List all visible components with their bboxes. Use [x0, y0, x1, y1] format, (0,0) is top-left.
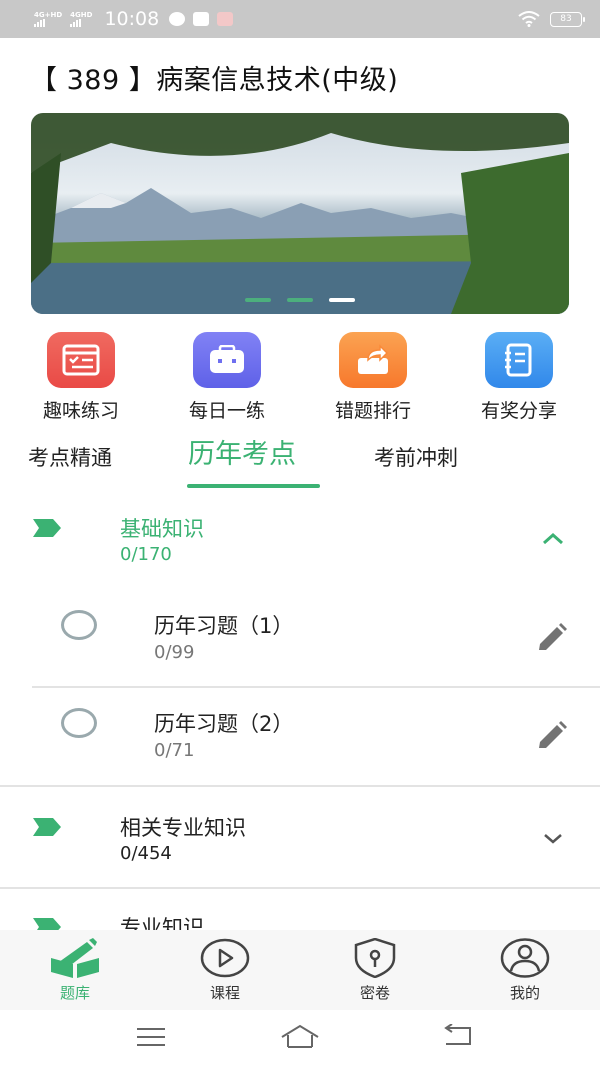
quick-menu-label: 每日一练 [188, 400, 265, 422]
quick-menu-item-fun-practice[interactable]: 趣味练习 [11, 332, 151, 424]
chapter-professional-knowledge[interactable]: 专业知识 [0, 900, 600, 930]
nav-question-bank[interactable]: 题库 [0, 930, 150, 1010]
tab-past-exams[interactable]: 历年考点 [188, 432, 296, 471]
app-notification-icon [217, 12, 234, 26]
list-item[interactable]: 历年习题（1） 0/99 [0, 592, 600, 686]
bottom-navigation: 题库 课程 密卷 我的 [0, 930, 600, 1010]
chapter-basic-knowledge[interactable]: 基础知识 0/170 [0, 500, 600, 586]
banner-carousel[interactable] [31, 113, 569, 314]
nav-label: 我的 [509, 984, 540, 1002]
system-navigation-bar [0, 1010, 600, 1067]
chevron-up-icon[interactable] [540, 531, 566, 547]
quick-menu-item-daily-practice[interactable]: 每日一练 [157, 332, 297, 424]
daily-briefcase-icon [193, 332, 261, 388]
divider [0, 785, 600, 787]
divider [32, 686, 600, 688]
carousel-dot[interactable] [245, 298, 271, 302]
carousel-dot-active[interactable] [329, 298, 355, 302]
exercise-title: 历年习题（1） [154, 614, 294, 638]
carousel-dot[interactable] [287, 298, 313, 302]
chapter-flag-icon [33, 918, 61, 930]
nav-label: 课程 [209, 984, 240, 1002]
active-tab-indicator [187, 484, 320, 488]
nav-profile[interactable]: 我的 [450, 930, 600, 1010]
pencil-icon[interactable] [536, 623, 568, 653]
quick-menu-item-error-ranking[interactable]: 错题排行 [303, 332, 443, 424]
quick-menu: 趣味练习 每日一练 错题排行 有奖分享 [0, 332, 600, 424]
network-label-2: 4GHD [70, 11, 93, 19]
quick-menu-item-reward-share[interactable]: 有奖分享 [449, 332, 589, 424]
chevron-down-icon[interactable] [540, 830, 566, 846]
chapter-title: 专业知识 [120, 916, 204, 930]
telegram-notification-icon [169, 12, 186, 26]
network-indicator-2: 4GHD [70, 11, 92, 27]
progress-circle-icon [61, 708, 97, 738]
carousel-indicator [245, 298, 355, 302]
wifi-icon [518, 11, 540, 27]
chapter-count: 0/170 [120, 544, 172, 565]
network-indicator-1: 4G+HD [34, 11, 62, 27]
page-title: 【 389 】病案信息技术(中级) [30, 65, 399, 96]
menu-icon[interactable] [136, 1026, 166, 1048]
home-icon[interactable] [280, 1024, 320, 1050]
chapter-flag-icon [33, 818, 61, 836]
nav-courses[interactable]: 课程 [150, 930, 300, 1010]
back-icon[interactable] [442, 1024, 474, 1048]
chapter-title: 相关专业知识 [120, 816, 246, 840]
chapter-count: 0/454 [120, 843, 172, 864]
progress-circle-icon [61, 610, 97, 640]
quick-menu-label: 错题排行 [334, 400, 411, 422]
pencil-icon[interactable] [536, 721, 568, 751]
play-circle-icon [200, 938, 250, 978]
tab-final-sprint[interactable]: 考前冲刺 [374, 442, 458, 472]
mail-notification-icon [193, 12, 210, 26]
signal-bars-icon [70, 19, 82, 27]
chapter-related-knowledge[interactable]: 相关专业知识 0/454 [0, 798, 600, 886]
status-bar: 4G+HD 4GHD 10:08 83 [0, 0, 600, 38]
exercise-count: 0/99 [154, 642, 195, 663]
status-time: 10:08 [104, 8, 160, 30]
chapter-flag-icon [33, 519, 61, 537]
network-label-1: 4G+HD [34, 11, 63, 19]
ranking-share-icon [339, 332, 407, 388]
tab-key-points[interactable]: 考点精通 [28, 442, 112, 472]
quiz-window-icon [47, 332, 115, 388]
battery-level: 83 [560, 13, 572, 24]
nav-label: 题库 [59, 984, 90, 1002]
exercise-title: 历年习题（2） [154, 712, 294, 736]
question-bank-icon [51, 938, 99, 978]
landscape-image [31, 113, 569, 314]
signal-bars-icon [34, 19, 45, 27]
nav-secret-papers[interactable]: 密卷 [300, 930, 450, 1010]
nav-label: 密卷 [359, 984, 390, 1002]
exercise-count: 0/71 [154, 740, 195, 761]
quick-menu-label: 有奖分享 [480, 400, 557, 422]
user-icon [500, 938, 550, 978]
shield-lock-icon [354, 938, 396, 978]
notebook-icon [485, 332, 553, 388]
quick-menu-label: 趣味练习 [42, 400, 119, 422]
battery-icon: 83 [550, 11, 585, 27]
list-item[interactable]: 历年习题（2） 0/71 [0, 690, 600, 784]
divider [0, 887, 600, 889]
chapter-title: 基础知识 [120, 517, 204, 541]
